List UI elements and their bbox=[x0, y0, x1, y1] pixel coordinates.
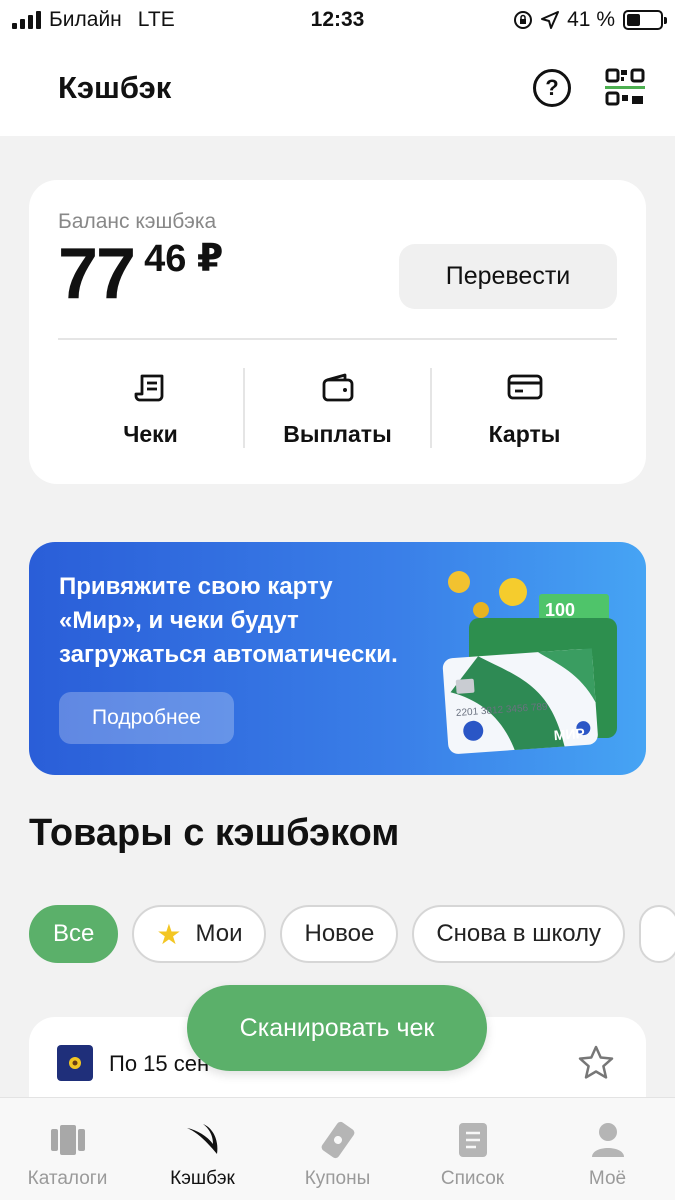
payouts-button[interactable]: Выплаты bbox=[243, 368, 430, 448]
coupon-icon bbox=[318, 1120, 358, 1160]
wallet-icon bbox=[322, 373, 353, 402]
balance-label: Баланс кэшбэка bbox=[58, 210, 217, 233]
card-icon bbox=[507, 374, 542, 400]
question-circle-icon: ? bbox=[545, 75, 559, 100]
scan-receipt-button[interactable]: Сканировать чек bbox=[187, 985, 487, 1071]
chip-all[interactable]: Все bbox=[29, 905, 119, 963]
product-date: По 15 сен bbox=[109, 1051, 210, 1076]
signal-icon bbox=[12, 11, 41, 29]
tab-cashback[interactable]: Кэшбэк bbox=[135, 1098, 270, 1200]
tab-coupons-label: Купоны bbox=[304, 1168, 371, 1189]
banner-line-1: Привяжите свою карту bbox=[59, 573, 333, 600]
banner-text: Привяжите свою карту «Мир», и чеки будут… bbox=[59, 570, 449, 672]
more-button[interactable]: Подробнее bbox=[59, 692, 234, 744]
receipts-button[interactable]: Чеки bbox=[58, 368, 243, 448]
rotation-lock-icon bbox=[514, 11, 533, 29]
chip-new-label: Новое bbox=[304, 920, 375, 947]
balance-amount-fraction: 46 ₽ bbox=[144, 238, 224, 280]
goods-section-title: Товары с кэшбэком bbox=[29, 812, 400, 854]
mir-card-banner[interactable]: Привяжите свою карту «Мир», и чеки будут… bbox=[29, 542, 646, 775]
cards-label: Карты bbox=[488, 421, 561, 447]
page-title: Кэшбэк bbox=[58, 70, 172, 105]
qr-scan-button[interactable] bbox=[605, 68, 645, 108]
tab-cashback-label: Кэшбэк bbox=[170, 1168, 235, 1189]
battery-percent: 41 % bbox=[567, 8, 615, 31]
favorite-star-icon[interactable] bbox=[576, 1043, 616, 1083]
battery-icon bbox=[623, 10, 667, 30]
chip-back-to-school-label: Снова в школу bbox=[436, 920, 602, 947]
chip-mine-label: Мои bbox=[195, 920, 243, 947]
tab-mine[interactable]: Моё bbox=[540, 1098, 675, 1200]
tab-coupons[interactable]: Купоны bbox=[270, 1098, 405, 1200]
carrier-name: Билайн bbox=[49, 8, 122, 31]
tab-list-label: Список bbox=[440, 1168, 505, 1189]
balance-amount-integer: 77 bbox=[58, 234, 136, 314]
balance-card: Баланс кэшбэка 77 46 ₽ Перевести Чеки Вы… bbox=[29, 180, 646, 484]
transfer-button[interactable]: Перевести bbox=[399, 244, 617, 309]
list-icon bbox=[453, 1120, 493, 1160]
profile-icon bbox=[588, 1120, 628, 1160]
qr-scan-icon bbox=[605, 68, 645, 106]
status-left: Билайн LTE bbox=[12, 8, 175, 32]
card-brand: МИР bbox=[553, 725, 585, 743]
chip-new[interactable]: Новое bbox=[280, 905, 399, 963]
tab-mine-label: Моё bbox=[588, 1168, 627, 1189]
payouts-label: Выплаты bbox=[283, 421, 392, 447]
status-right: 41 % bbox=[513, 8, 667, 32]
banner-line-2: «Мир», и чеки будут bbox=[59, 607, 299, 634]
chip-back-to-school[interactable]: Снова в школу bbox=[412, 905, 626, 963]
tab-catalogs-label: Каталоги bbox=[27, 1168, 108, 1189]
star-icon: ★ bbox=[156, 918, 182, 950]
tab-catalogs[interactable]: Каталоги bbox=[0, 1098, 135, 1200]
banner-line-3: загружаться автоматически. bbox=[59, 641, 398, 668]
tab-bar: Каталоги Кэшбэк Купоны Список Моё bbox=[0, 1097, 675, 1200]
chip-mine[interactable]: ★ Мои bbox=[132, 905, 267, 963]
receipts-label: Чеки bbox=[123, 421, 178, 447]
network-type: LTE bbox=[137, 8, 175, 31]
tab-list[interactable]: Список bbox=[405, 1098, 540, 1200]
app-header: Кэшбэк ? bbox=[0, 40, 675, 136]
help-button[interactable]: ? bbox=[533, 69, 571, 107]
sunflower-logo-icon bbox=[57, 1045, 93, 1081]
balance-amount: 77 46 ₽ bbox=[58, 238, 223, 310]
cashback-icon bbox=[183, 1120, 223, 1160]
status-bar: Билайн LTE 12:33 41 % bbox=[0, 0, 675, 40]
catalog-icon bbox=[48, 1120, 88, 1160]
receipt-icon bbox=[134, 374, 163, 402]
location-icon bbox=[541, 11, 560, 29]
balance-actions: Чеки Выплаты Карты bbox=[58, 368, 617, 448]
mir-card-illustration: 100 2201 3812 3456 789 МИР bbox=[442, 571, 617, 754]
cards-button[interactable]: Карты bbox=[430, 368, 617, 448]
divider bbox=[58, 338, 617, 340]
chip-all-label: Все bbox=[53, 920, 95, 947]
category-chips: Все ★ Мои Новое Снова в школу bbox=[29, 905, 675, 963]
chip-more[interactable] bbox=[639, 905, 675, 963]
bill-value: 100 bbox=[545, 600, 575, 620]
